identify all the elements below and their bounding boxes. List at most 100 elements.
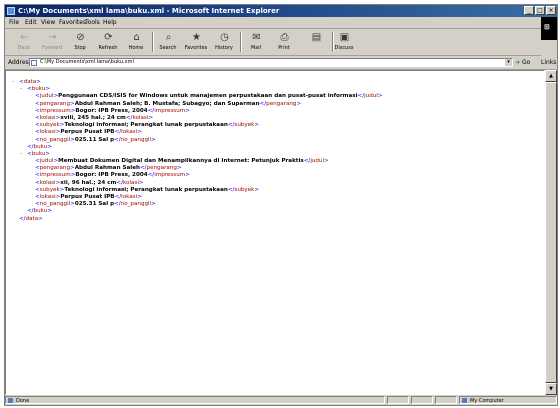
collapse-toggle[interactable]: - [20, 86, 27, 93]
xml-line: <pengarang>Abdul Rahman Saleh</pengarang… [12, 165, 383, 172]
xml-line: - <data> [12, 79, 383, 86]
window-title: C:\My Documents\xml lama\buku.xml - Micr… [18, 7, 280, 15]
tag-name: subyek [39, 186, 60, 193]
tag-name: pengarang [39, 165, 71, 172]
tag-name: lokasi [39, 129, 56, 136]
links-button[interactable]: Links [541, 57, 556, 68]
tag-bracket: > [38, 215, 43, 222]
tag-bracket: > [47, 143, 52, 150]
windows-logo-icon: ⊞ [544, 23, 550, 31]
toolbar-button-stop[interactable]: ⊘ Stop [67, 29, 93, 55]
field-value: xii, 96 hal.; 24 cm [60, 179, 117, 186]
xml-line: - <buku> [12, 86, 383, 93]
tag-bracket: </ [114, 201, 121, 208]
menu-bar: File Edit View Favorites Tools Help [5, 17, 557, 29]
xml-line: - <buku> [12, 151, 383, 158]
scroll-down-icon[interactable]: ▼ [545, 383, 557, 395]
menu-view[interactable]: View [41, 17, 55, 28]
tag-name: judul [39, 158, 54, 165]
tag-name: judul [364, 93, 378, 100]
maximize-button[interactable]: □ [535, 6, 545, 15]
title-bar[interactable]: C:\My Documents\xml lama\buku.xml - Micr… [5, 5, 557, 17]
field-value: 025.11 Sal p [74, 136, 115, 143]
tag-name: buku [31, 150, 46, 157]
go-button[interactable]: ➜ Go [515, 57, 530, 68]
menu-tools[interactable]: Tools [85, 17, 100, 28]
discuss-icon: ▣ [339, 32, 350, 43]
tag-name: subyek [234, 122, 255, 129]
tag-name: kolasi [132, 114, 149, 121]
xml-line: <subyek>Teknologi informasi; Perangkat l… [12, 187, 383, 194]
toolbar-button-home[interactable]: ⌂ Home [123, 29, 149, 55]
address-value: C:\My Documents\xml lama\buku.xml [40, 59, 134, 65]
toolbar-button-history[interactable]: ◷ History [211, 29, 237, 55]
close-button[interactable]: × [546, 6, 556, 15]
field-value: Teknologi informasi; Perangkat lunak per… [64, 186, 228, 193]
toolbar-button-search[interactable]: ⌕ Search [155, 29, 181, 55]
status-bar: Done My Computer [5, 395, 557, 405]
field-value: Perpus Pusat IPB [60, 194, 115, 200]
menu-favorites[interactable]: Favorites [59, 17, 86, 28]
tag-bracket: > [45, 86, 51, 93]
toolbar-button-refresh[interactable]: ⟳ Refresh [95, 29, 121, 55]
minimize-button[interactable]: _ [524, 6, 534, 15]
refresh-icon: ⟳ [104, 32, 113, 43]
collapse-toggle[interactable]: - [20, 151, 27, 158]
browser-window: C:\My Documents\xml lama\buku.xml - Micr… [4, 4, 558, 406]
toolbar-button-favorites[interactable]: ★ Favorites [183, 29, 209, 55]
field-value: Bogor: IPB Press, 2004 [75, 172, 148, 179]
tag-bracket: </ [116, 179, 123, 186]
toolbar-button-edit[interactable]: ▤ [303, 29, 329, 55]
toolbar-button-print[interactable]: ⎙ Print [271, 29, 297, 55]
toolbar-button-mail[interactable]: ✉ Mail [243, 29, 269, 55]
toolbar-button-discuss[interactable]: ▣ Discuss [331, 29, 357, 55]
tag-name: buku [31, 86, 46, 93]
field-value: 025.31 Sal p [74, 201, 115, 208]
tag-bracket: </ [114, 136, 121, 143]
history-icon: ◷ [220, 32, 229, 43]
field-value: Teknologi informasi; Perangkat lunak per… [64, 122, 228, 129]
page-content[interactable]: - <data> - <buku> <judul>Penggunaan CDS/ISIS… [5, 70, 545, 395]
tag-bracket: > [185, 107, 190, 114]
tag-bracket: > [45, 150, 51, 157]
tag-name: impressum [39, 107, 71, 114]
collapse-toggle[interactable]: - [12, 79, 19, 86]
status-cell [435, 396, 457, 404]
tag-name: buku [33, 143, 48, 150]
status-zone: My Computer [459, 396, 557, 404]
menu-help[interactable]: Help [103, 17, 117, 28]
xml-line: </data> [12, 216, 383, 223]
address-dropdown-icon[interactable]: ▾ [505, 59, 512, 66]
menu-edit[interactable]: Edit [25, 17, 37, 28]
tag-bracket: > [151, 201, 156, 208]
tag-name: lokasi [121, 194, 138, 200]
toolbar-button-back[interactable]: ← Back [11, 29, 37, 55]
go-label: Go [521, 59, 531, 66]
tag-name: kolasi [39, 179, 56, 186]
scroll-thumb[interactable] [545, 82, 557, 383]
xml-line: <judul>Penggunaan CDS/ISIS for Windows u… [12, 93, 383, 100]
field-value: Abdul Rahman Saleh [74, 165, 140, 172]
tag-bracket: > [47, 208, 52, 215]
tag-bracket: > [137, 194, 142, 200]
toolbar-button-forward[interactable]: → Forward [39, 29, 65, 55]
status-main: Done [5, 396, 385, 404]
tag-name: lokasi [39, 194, 56, 200]
tag-name: pengarang [39, 100, 71, 107]
ie-logo-icon [7, 7, 15, 15]
address-input[interactable]: C:\My Documents\xml lama\buku.xml ▾ [29, 58, 513, 67]
field-value: Perpus Pusat IPB [60, 129, 115, 136]
forward-arrow-icon: → [48, 32, 57, 43]
menu-file[interactable]: File [9, 17, 19, 28]
vertical-scrollbar[interactable]: ▲ ▼ [545, 70, 557, 395]
tag-bracket: </ [140, 165, 147, 172]
toolbar-button-label: Home [128, 45, 144, 51]
address-bar: Address C:\My Documents\xml lama\buku.xm… [5, 56, 557, 70]
tag-name: pengarang [266, 100, 297, 107]
scroll-up-icon[interactable]: ▲ [545, 70, 557, 82]
tag-bracket: > [148, 114, 154, 121]
page-done-icon [8, 398, 13, 403]
xml-line: <subyek>Teknologi informasi; Perangkat l… [12, 122, 383, 129]
tag-name: pengarang [146, 165, 177, 172]
xml-line: </buku> [12, 144, 383, 151]
